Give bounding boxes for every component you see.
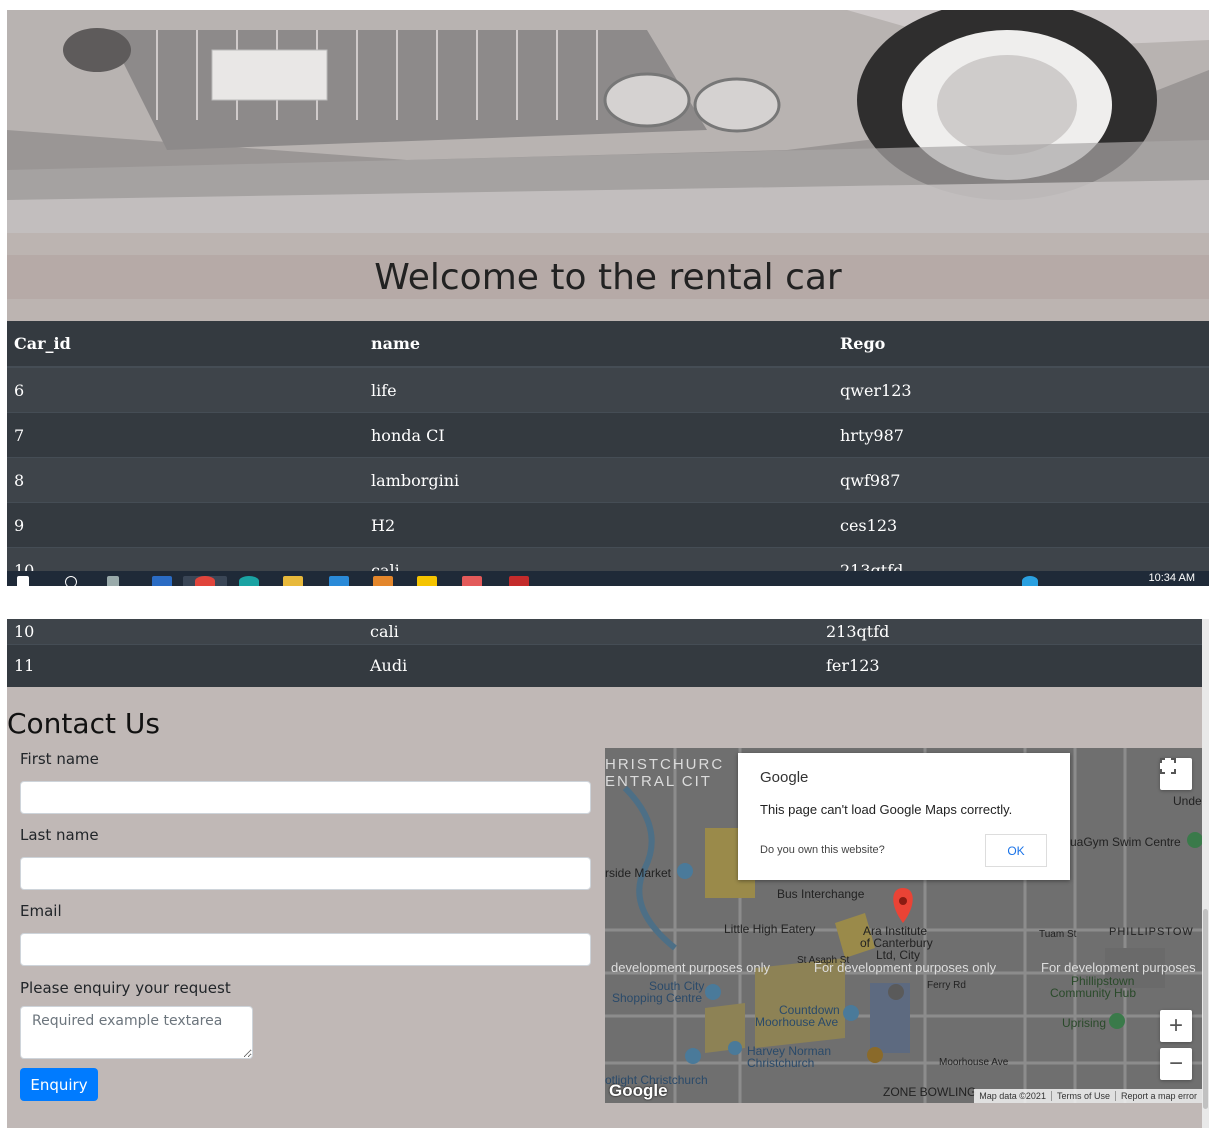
first-name-label: First name [20, 750, 99, 768]
windows-taskbar: 10:34 AM [7, 571, 1209, 586]
map-label: PHILLIPSTOW [1109, 926, 1194, 938]
dialog-ok-button[interactable]: OK [985, 834, 1047, 867]
cell-name: lamborgini [364, 457, 833, 503]
map-label: ENTRAL CIT [605, 773, 712, 790]
map-error-message: This page can't load Google Maps correct… [760, 802, 1013, 817]
report-error-link[interactable]: Report a map error [1114, 1091, 1202, 1101]
table-row: 11 Audi fer123 [7, 644, 1202, 687]
map-label: Moorhouse Ave [755, 1015, 839, 1029]
table-row: 10 cali 213qtfd [7, 619, 1202, 644]
first-name-input[interactable] [20, 781, 591, 814]
map-data-text: Map data ©2021 [979, 1091, 1046, 1101]
request-label: Please enquiry your request [20, 979, 231, 997]
cell-car-id: 8 [7, 457, 364, 503]
cell-rego: qwf987 [833, 457, 1209, 503]
table-row: 6 life qwer123 [7, 366, 1209, 413]
cell-name: honda CI [364, 412, 833, 458]
cell-rego: ces123 [833, 502, 1209, 548]
filezilla-icon[interactable] [509, 576, 529, 586]
request-textarea[interactable] [20, 1006, 253, 1059]
google-logo[interactable]: Google [609, 1081, 668, 1101]
cell-name: life [364, 366, 833, 413]
terms-link[interactable]: Terms of Use [1050, 1091, 1115, 1101]
task-view-icon[interactable] [107, 576, 119, 586]
dev-watermark: For development purposes [1041, 960, 1196, 975]
column-header-name: name [364, 321, 833, 368]
cell-name: H2 [364, 502, 833, 548]
own-website-link[interactable]: Do you own this website? [760, 844, 885, 856]
cars-table: Car_id name Rego 6 life qwer123 7 honda … [7, 321, 1209, 586]
map-label: Uprising [1062, 1016, 1107, 1030]
fullscreen-icon [1160, 758, 1176, 774]
cell-car-id: 6 [7, 366, 364, 413]
table-header-row: Car_id name Rego [7, 321, 1209, 368]
map-label: Bus Interchange [777, 887, 865, 901]
hero-car-image [7, 10, 1209, 233]
map-label: Community Hub [1050, 986, 1137, 1000]
cell-car-id: 9 [7, 502, 364, 548]
table-row: 9 H2 ces123 [7, 502, 1209, 548]
map-label: rside Market [605, 866, 672, 880]
map-label: HRISTCHURC [605, 756, 725, 773]
scrollbar-thumb[interactable] [1203, 909, 1208, 1109]
map-label: Tuam St [1039, 929, 1077, 940]
map-error-dialog: Google This page can't load Google Maps … [738, 753, 1070, 880]
mail-app-icon[interactable] [152, 576, 172, 586]
vscode-icon[interactable] [329, 576, 349, 586]
dev-watermark: development purposes only [611, 960, 770, 975]
cell-name: cali [370, 621, 399, 641]
cell-rego: qwer123 [833, 366, 1209, 413]
cell-rego: 213qtfd [826, 621, 890, 641]
sublime-icon[interactable] [373, 576, 393, 586]
map-label: Shopping Centre [612, 991, 703, 1005]
enquiry-button[interactable]: Enquiry [20, 1068, 98, 1101]
map-label: Ferry Rd [927, 980, 966, 991]
google-map[interactable]: HRISTCHURC ENTRAL CIT Under uaGym Swim C… [605, 748, 1202, 1103]
map-label: uaGym Swim Centre [1070, 835, 1181, 849]
cars-table-continued: 10 cali 213qtfd 11 Audi fer123 [7, 619, 1202, 687]
search-icon[interactable] [65, 576, 77, 586]
zoom-in-button[interactable]: + [1160, 1010, 1192, 1042]
chrome-icon[interactable] [195, 576, 215, 586]
file-explorer-icon[interactable] [283, 576, 303, 586]
cell-name: Audi [370, 656, 408, 676]
column-header-rego: Rego [833, 321, 1209, 368]
page-scrollbar[interactable] [1202, 619, 1209, 1128]
contact-heading: Contact Us [7, 707, 160, 740]
map-label: Moorhouse Ave [939, 1057, 1009, 1068]
welcome-banner: Welcome to the rental car [7, 255, 1209, 299]
map-attribution: Map data ©2021 Terms of Use Report a map… [974, 1089, 1202, 1103]
bottom-screenshot: 10 cali 213qtfd 11 Audi fer123 Contact U… [7, 619, 1209, 1128]
taskbar-clock[interactable]: 10:34 AM [1149, 572, 1195, 584]
zoom-out-button[interactable]: − [1160, 1048, 1192, 1080]
top-screenshot: Welcome to the rental car Car_id name Re… [7, 10, 1209, 586]
windows-start-icon[interactable] [17, 576, 29, 586]
map-label: Under [1173, 794, 1202, 808]
tray-network-icon[interactable] [1022, 576, 1038, 586]
map-label: Little High Eatery [724, 922, 816, 936]
map-label: ZONE BOWLING [883, 1085, 977, 1099]
cell-rego: hrty987 [833, 412, 1209, 458]
cell-rego: fer123 [826, 656, 880, 676]
fullscreen-button[interactable] [1160, 758, 1192, 790]
google-brand: Google [760, 769, 809, 786]
sticky-notes-icon[interactable] [417, 576, 437, 586]
column-header-car-id: Car_id [7, 321, 364, 368]
map-label: Christchurch [747, 1056, 815, 1070]
last-name-label: Last name [20, 826, 99, 844]
cell-car-id: 11 [14, 656, 35, 676]
cell-car-id: 10 [14, 621, 35, 641]
table-row: 8 lamborgini qwf987 [7, 457, 1209, 503]
xampp-icon[interactable] [462, 576, 482, 586]
page-title: Welcome to the rental car [374, 256, 842, 298]
dev-watermark: For development purposes only [814, 960, 997, 975]
email-label: Email [20, 902, 62, 920]
cell-car-id: 7 [7, 412, 364, 458]
edge-icon[interactable] [239, 576, 259, 586]
last-name-input[interactable] [20, 857, 591, 890]
email-input[interactable] [20, 933, 591, 966]
table-row: 7 honda CI hrty987 [7, 412, 1209, 458]
